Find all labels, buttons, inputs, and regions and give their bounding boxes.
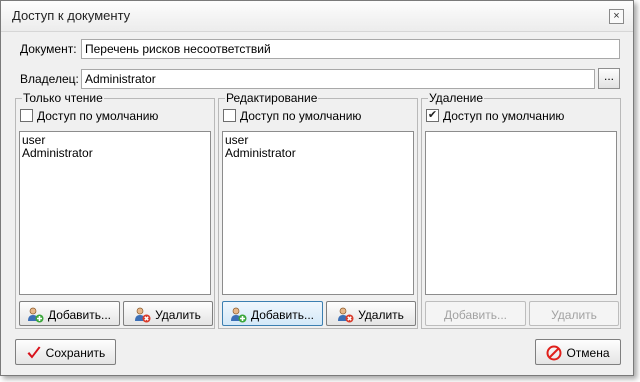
list-item[interactable]: Administrator xyxy=(225,147,411,160)
group-edit: Редактирование Доступ по умолчанию user … xyxy=(218,91,418,329)
group-delete: Удаление ✔ Доступ по умолчанию Добавить.… xyxy=(421,91,621,329)
remove-user-label: Удалить xyxy=(155,308,201,322)
browse-owner-button[interactable]: ... xyxy=(598,68,620,89)
add-user-label: Добавить... xyxy=(250,308,315,322)
checkmark-icon xyxy=(27,346,41,359)
default-access-label: Доступ по умолчанию xyxy=(443,109,565,123)
remove-user-button[interactable]: Удалить xyxy=(529,301,619,326)
group-title: Удаление xyxy=(428,91,485,105)
document-label: Документ: xyxy=(20,42,77,56)
add-user-button[interactable]: Добавить... xyxy=(425,301,526,326)
default-access-label: Доступ по умолчанию xyxy=(240,109,362,123)
cancel-label: Отмена xyxy=(566,346,610,360)
default-access-label: Доступ по умолчанию xyxy=(37,109,159,123)
add-user-button[interactable]: Добавить... xyxy=(19,301,120,326)
save-button[interactable]: Сохранить xyxy=(15,339,116,365)
save-label: Сохранить xyxy=(45,346,106,360)
group-title: Редактирование xyxy=(225,91,319,105)
document-access-dialog: Доступ к документу × Документ: Перечень … xyxy=(0,0,634,376)
document-field[interactable]: Перечень рисков несоответствий xyxy=(81,39,620,59)
close-button[interactable]: × xyxy=(609,9,624,24)
remove-user-button[interactable]: Удалить xyxy=(123,301,213,326)
owner-label: Владелец: xyxy=(20,72,79,86)
window-title: Доступ к документу xyxy=(12,8,131,23)
cancel-button[interactable]: Отмена xyxy=(535,339,621,365)
users-list[interactable]: user Administrator xyxy=(222,131,414,295)
remove-user-icon xyxy=(135,307,151,323)
remove-user-icon xyxy=(338,307,354,323)
default-access-checkbox[interactable]: ✔ xyxy=(426,109,439,122)
remove-user-button[interactable]: Удалить xyxy=(326,301,416,326)
list-item[interactable]: Administrator xyxy=(22,147,208,160)
group-title: Только чтение xyxy=(22,91,104,105)
add-user-label: Добавить... xyxy=(443,307,508,322)
users-list[interactable] xyxy=(425,131,617,295)
users-list[interactable]: user Administrator xyxy=(19,131,211,295)
default-access-checkbox[interactable] xyxy=(20,109,33,122)
remove-user-label: Удалить xyxy=(551,307,597,322)
group-read-only: Только чтение Доступ по умолчанию user A… xyxy=(15,91,215,329)
title-bar: Доступ к документу × xyxy=(1,1,633,32)
remove-user-label: Удалить xyxy=(358,308,404,322)
owner-field[interactable]: Administrator xyxy=(81,69,595,89)
add-user-label: Добавить... xyxy=(47,308,112,322)
default-access-checkbox[interactable] xyxy=(223,109,236,122)
add-user-button[interactable]: Добавить... xyxy=(222,301,323,326)
add-user-icon xyxy=(230,307,247,323)
add-user-icon xyxy=(27,307,44,323)
no-entry-icon xyxy=(546,345,562,361)
